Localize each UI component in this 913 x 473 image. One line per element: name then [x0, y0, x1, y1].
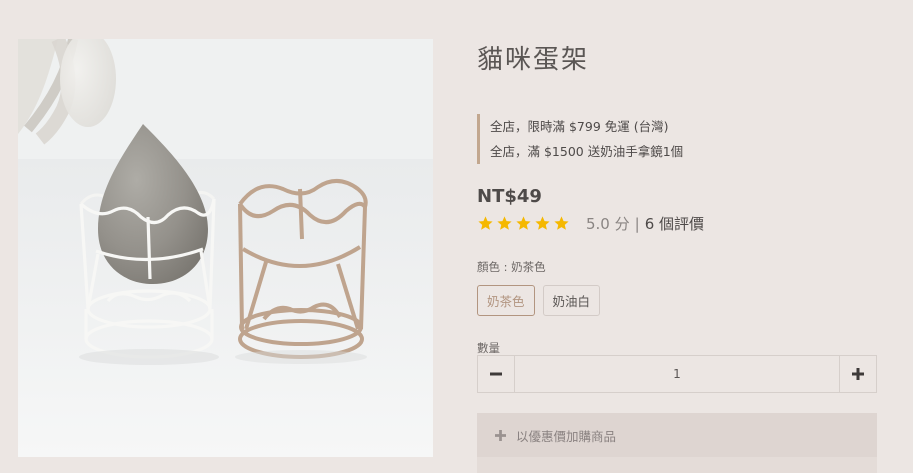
product-price: NT$49	[477, 186, 542, 207]
variant-option-milk-tea[interactable]: 奶茶色	[477, 285, 535, 316]
rating-row[interactable]: 5.0 分 | 6 個評價	[477, 213, 704, 234]
next-section-edge	[477, 457, 877, 473]
quantity-input[interactable]	[515, 356, 839, 392]
star-icon	[478, 216, 493, 230]
quantity-stepper	[477, 355, 877, 393]
plus-icon	[495, 429, 506, 441]
star-icon	[497, 216, 512, 230]
promotion-item: 全店，限時滿 $799 免運 (台灣)	[490, 119, 669, 134]
rating-separator: |	[634, 214, 640, 233]
product-image	[18, 39, 433, 457]
star-icon	[535, 216, 550, 230]
product-title: 貓咪蛋架	[477, 45, 590, 75]
rating-score: 5.0 分	[586, 215, 630, 233]
addon-purchase-button[interactable]: 以優惠價加購商品	[477, 413, 877, 457]
promotion-list: 全店，限時滿 $799 免運 (台灣) 全店，滿 $1500 送奶油手拿鏡1個	[477, 114, 877, 164]
minus-icon	[490, 372, 502, 376]
promotion-item: 全店，滿 $1500 送奶油手拿鏡1個	[490, 144, 684, 159]
star-icon	[516, 216, 531, 230]
addon-purchase-label: 以優惠價加購商品	[516, 428, 617, 444]
star-icon	[554, 216, 569, 230]
plus-icon	[852, 368, 864, 380]
quantity-decrease-button[interactable]	[478, 356, 515, 392]
variant-option-cream-white[interactable]: 奶油白	[542, 285, 601, 316]
color-label: 顏色 : 奶茶色	[477, 260, 546, 274]
color-variants: 奶茶色 奶油白	[477, 285, 601, 316]
quantity-increase-button[interactable]	[839, 356, 876, 392]
quantity-label: 數量	[477, 341, 500, 355]
review-count-link[interactable]: 6 個評價	[645, 213, 704, 234]
rating-stars	[477, 215, 570, 232]
product-page: 貓咪蛋架 全店，限時滿 $799 免運 (台灣) 全店，滿 $1500 送奶油手…	[0, 0, 913, 473]
